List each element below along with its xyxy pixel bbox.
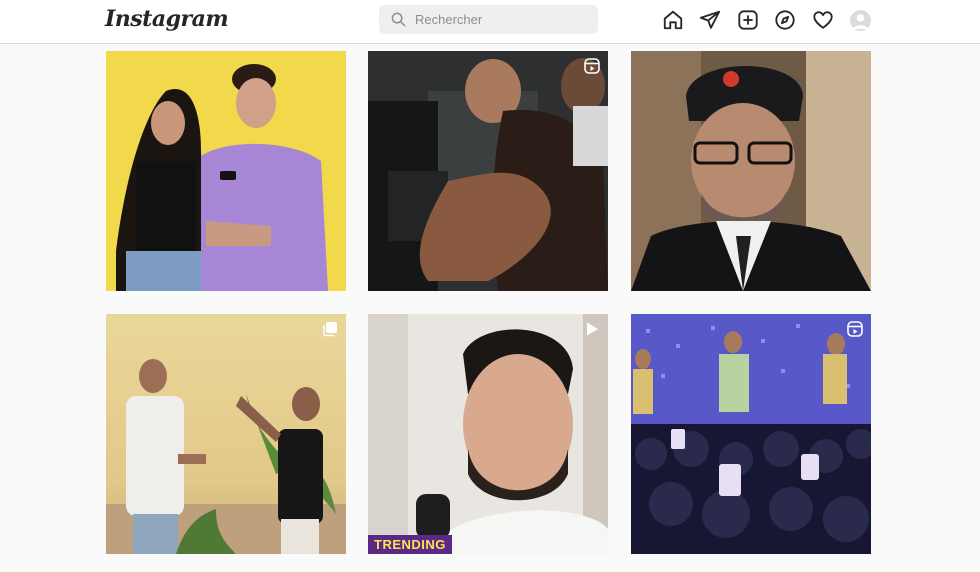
carousel-icon [322, 321, 338, 337]
direct-icon[interactable] [699, 9, 721, 31]
post-thumbnail-2[interactable] [368, 51, 608, 291]
post-thumbnail-3[interactable] [631, 51, 871, 291]
post-thumbnail-5[interactable]: TRENDING [368, 314, 608, 554]
post-thumbnail-4[interactable] [106, 314, 346, 554]
post-image-concert-stage [631, 314, 871, 554]
post-image-two-men-beach [106, 314, 346, 554]
search-placeholder: Rechercher [415, 12, 483, 27]
profile-avatar[interactable] [850, 10, 871, 31]
instagram-logo[interactable]: Instagram [105, 6, 229, 32]
new-post-icon[interactable] [737, 9, 759, 31]
trending-overlay-label: TRENDING [368, 535, 452, 554]
top-navigation-bar: Instagram Rechercher [0, 0, 980, 44]
post-image-portrait-man-suit [631, 51, 871, 291]
reel-icon [584, 58, 600, 74]
video-icon [584, 321, 600, 337]
post-thumbnail-6[interactable] [631, 314, 871, 554]
home-icon[interactable] [662, 9, 684, 31]
explore-icon[interactable] [774, 9, 796, 31]
activity-icon[interactable] [812, 9, 834, 31]
post-thumbnail-1[interactable] [106, 51, 346, 291]
search-icon [391, 12, 406, 27]
post-image-interview-closeup [368, 314, 608, 554]
search-input[interactable]: Rechercher [379, 5, 598, 34]
post-image-gym-workout [368, 51, 608, 291]
reel-icon [847, 321, 863, 337]
post-image-couple-yellow-background [106, 51, 346, 291]
